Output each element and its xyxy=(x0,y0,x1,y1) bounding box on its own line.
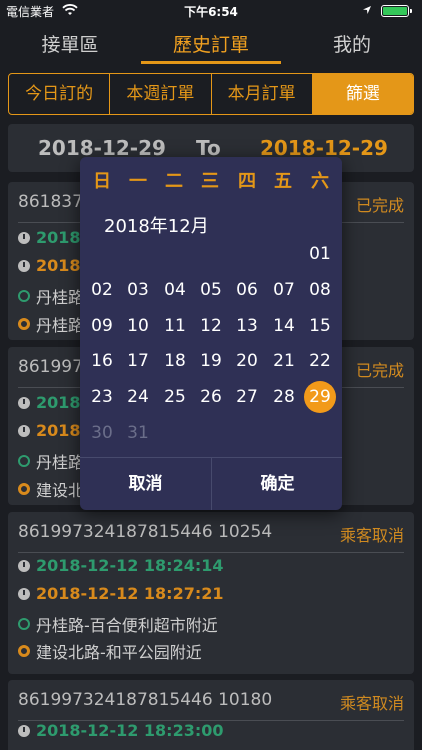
clock: 下午6:54 xyxy=(184,5,238,19)
start-time: 2018 xyxy=(36,393,81,412)
day-cell[interactable]: 13 xyxy=(231,310,263,342)
order-status: 乘客取消 xyxy=(339,526,404,545)
filter-today[interactable]: 今日訂的 xyxy=(9,74,111,114)
day-cell[interactable]: 23 xyxy=(86,381,118,413)
day-cell[interactable]: 28 xyxy=(268,381,300,413)
day-cell[interactable]: 26 xyxy=(195,381,227,413)
order-id: 861997324187815446 10180 xyxy=(18,690,273,710)
weekday-sat: 六 xyxy=(311,171,329,192)
end-time: 2018 xyxy=(36,421,81,440)
filter-custom[interactable]: 篩選 xyxy=(312,74,413,114)
pickup-address: 丹桂路 xyxy=(36,453,85,472)
tab-mine[interactable]: 我的 xyxy=(282,30,422,57)
day-cell[interactable]: 05 xyxy=(195,274,227,306)
month-label: 2018年12月 xyxy=(104,216,209,237)
day-cell[interactable]: 24 xyxy=(122,381,154,413)
day-cell[interactable]: 19 xyxy=(195,345,227,377)
day-cell[interactable]: 06 xyxy=(231,274,263,306)
day-cell[interactable]: 14 xyxy=(268,310,300,342)
day-cell[interactable]: 22 xyxy=(304,345,336,377)
clock-icon xyxy=(18,259,30,272)
day-cell[interactable]: 07 xyxy=(268,274,300,306)
end-time: 2018 xyxy=(36,256,81,275)
day-cell[interactable]: 12 xyxy=(195,310,227,342)
active-tab-indicator xyxy=(141,61,281,64)
pickup-address: 丹桂路-百合便利超市附近 xyxy=(36,616,218,635)
pickup-marker-icon xyxy=(18,290,30,302)
day-cell[interactable]: 02 xyxy=(86,274,118,306)
weekday-tue: 二 xyxy=(165,171,183,192)
day-cell[interactable]: 21 xyxy=(268,345,300,377)
dropoff-marker-icon xyxy=(18,483,30,495)
tab-history-orders[interactable]: 歷史訂單 xyxy=(141,30,281,57)
date-picker-modal: 日 一 二 三 四 五 六 2018年12月 01 02 03 04 05 06… xyxy=(80,157,342,510)
clock-icon xyxy=(18,587,30,600)
filter-this-month[interactable]: 本月訂單 xyxy=(212,74,313,114)
weekday-sun: 日 xyxy=(93,171,111,192)
end-time: 2018-12-12 18:27:21 xyxy=(36,584,224,603)
weekday-fri: 五 xyxy=(274,171,292,192)
day-cell[interactable]: 18 xyxy=(159,345,191,377)
day-cell-disabled: 30 xyxy=(91,423,113,443)
day-cell[interactable]: 01 xyxy=(304,238,336,270)
day-cell[interactable]: 20 xyxy=(231,345,263,377)
order-status: 已完成 xyxy=(355,196,404,215)
location-arrow-icon xyxy=(363,6,371,14)
day-cell[interactable]: 08 xyxy=(304,274,336,306)
day-cell[interactable]: 11 xyxy=(159,310,191,342)
period-filter: 今日訂的 本週訂單 本月訂單 篩選 xyxy=(8,73,414,115)
start-time: 2018-12-12 18:23:00 xyxy=(36,721,224,740)
start-time: 2018 xyxy=(36,228,81,247)
cancel-button[interactable]: 取消 xyxy=(80,458,211,510)
clock-icon xyxy=(18,724,30,737)
weekday-wed: 三 xyxy=(201,171,219,192)
day-cell[interactable]: 16 xyxy=(86,345,118,377)
order-id: 861997 xyxy=(18,357,83,377)
start-time: 2018-12-12 18:24:14 xyxy=(36,556,224,575)
day-cell[interactable]: 17 xyxy=(122,345,154,377)
filter-this-week[interactable]: 本週訂單 xyxy=(110,74,212,114)
order-status: 乘客取消 xyxy=(339,694,404,713)
tab-order-area[interactable]: 接單區 xyxy=(0,30,140,57)
clock-icon xyxy=(18,559,30,572)
dropoff-marker-icon xyxy=(18,318,30,330)
dropoff-address: 建设北 xyxy=(36,481,85,500)
day-cell[interactable]: 10 xyxy=(122,310,154,342)
battery-icon xyxy=(381,5,412,17)
day-cell[interactable]: 27 xyxy=(231,381,263,413)
day-cell-selected[interactable]: 29 xyxy=(304,381,336,413)
order-id: 861837 xyxy=(18,192,83,212)
clock-icon xyxy=(18,396,30,409)
day-cell-disabled: 31 xyxy=(127,423,149,443)
dropoff-address: 建设北路-和平公园附近 xyxy=(36,643,202,662)
day-cell[interactable]: 25 xyxy=(159,381,191,413)
order-status: 已完成 xyxy=(355,361,404,380)
clock-icon xyxy=(18,231,30,244)
dropoff-marker-icon xyxy=(18,645,30,657)
clock-icon xyxy=(18,424,30,437)
day-cell[interactable]: 03 xyxy=(122,274,154,306)
dropoff-address: 丹桂路 xyxy=(36,316,85,335)
top-nav: 接單區 歷史訂單 我的 xyxy=(0,22,422,64)
order-card[interactable]: 861997324187815446 10254 乘客取消 2018-12-12… xyxy=(8,512,414,674)
weekday-thu: 四 xyxy=(238,171,256,192)
day-cell[interactable]: 04 xyxy=(159,274,191,306)
status-bar: 電信業者 下午6:54 xyxy=(0,0,422,22)
pickup-marker-icon xyxy=(18,618,30,630)
weekday-mon: 一 xyxy=(129,171,147,192)
order-id: 861997324187815446 10254 xyxy=(18,522,273,542)
order-card[interactable]: 861997324187815446 10180 乘客取消 2018-12-12… xyxy=(8,680,414,750)
day-cell[interactable]: 15 xyxy=(304,310,336,342)
confirm-button[interactable]: 确定 xyxy=(212,458,342,510)
pickup-marker-icon xyxy=(18,455,30,467)
pickup-address: 丹桂路 xyxy=(36,288,85,307)
day-cell[interactable]: 09 xyxy=(86,310,118,342)
